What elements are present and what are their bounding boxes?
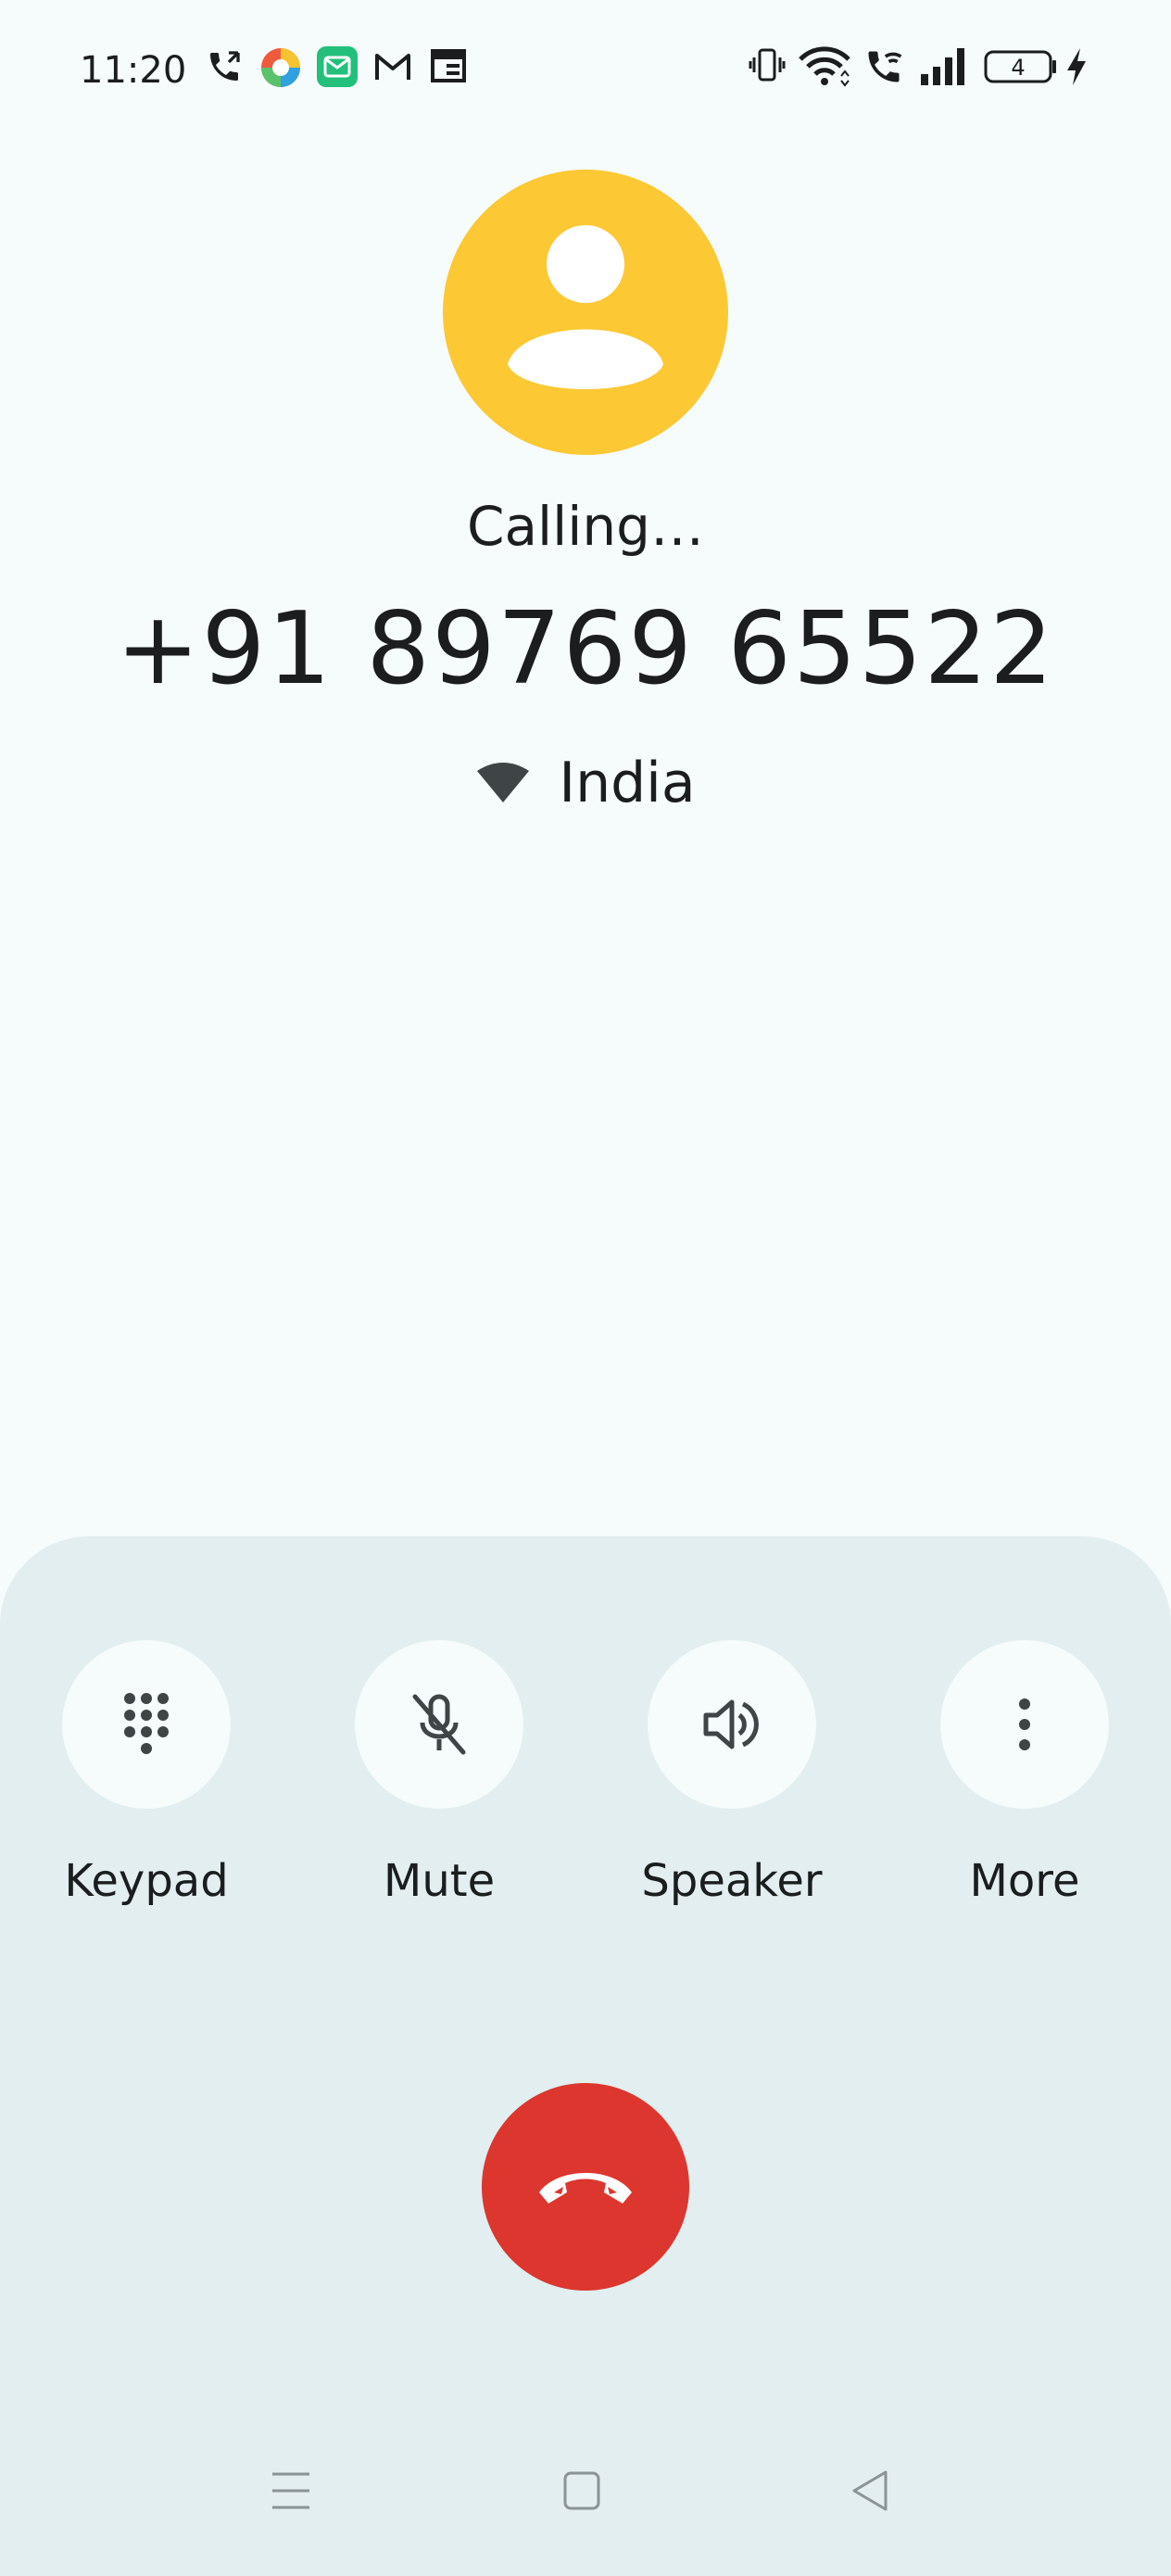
dialpad-icon [124,1693,169,1754]
battery-icon: 4 [984,50,1056,83]
back-triangle-icon[interactable] [849,2465,893,2517]
speaker-icon [703,1699,759,1749]
caller-location: India [0,746,1171,820]
signal-icon [921,48,964,85]
call-controls-panel: Keypad Mute Speaker More [0,1536,1171,2576]
calendar-icon [431,49,466,82]
status-bar: 11:20 4 [0,0,1171,139]
contact-avatar [443,170,728,455]
system-nav-bar [0,2446,1171,2557]
mute-label: Mute [383,1855,496,1907]
home-square-icon[interactable] [560,2465,604,2517]
email-app-icon [317,46,358,87]
more-label: More [969,1855,1080,1907]
phone-call-icon [210,51,240,81]
mic-off-icon [412,1694,466,1755]
wifi-calling-icon [868,51,902,82]
location-label: India [559,751,696,815]
battery-level: 4 [1011,55,1025,81]
keypad-button[interactable] [62,1640,231,1809]
speaker-label: Speaker [641,1855,823,1907]
signal-wedge-icon [477,763,530,802]
charging-icon [1067,48,1086,85]
keypad-label: Keypad [64,1855,229,1907]
end-call-button[interactable] [482,2083,689,2291]
status-time: 11:20 [80,49,187,92]
call-status: Calling… [467,495,704,558]
speaker-button[interactable] [648,1640,816,1809]
more-button[interactable] [940,1640,1109,1809]
browser-app-icon [261,48,300,87]
recents-menu-icon[interactable] [269,2465,313,2517]
person-icon [508,225,663,389]
gmail-icon [375,54,410,80]
phone-number: +91 89769 65522 [116,591,1055,707]
wifi-icon [799,46,850,87]
more-vert-icon [1019,1698,1030,1750]
mute-button[interactable] [355,1640,523,1809]
vibrate-icon [749,48,786,82]
call-end-icon [539,2173,632,2203]
